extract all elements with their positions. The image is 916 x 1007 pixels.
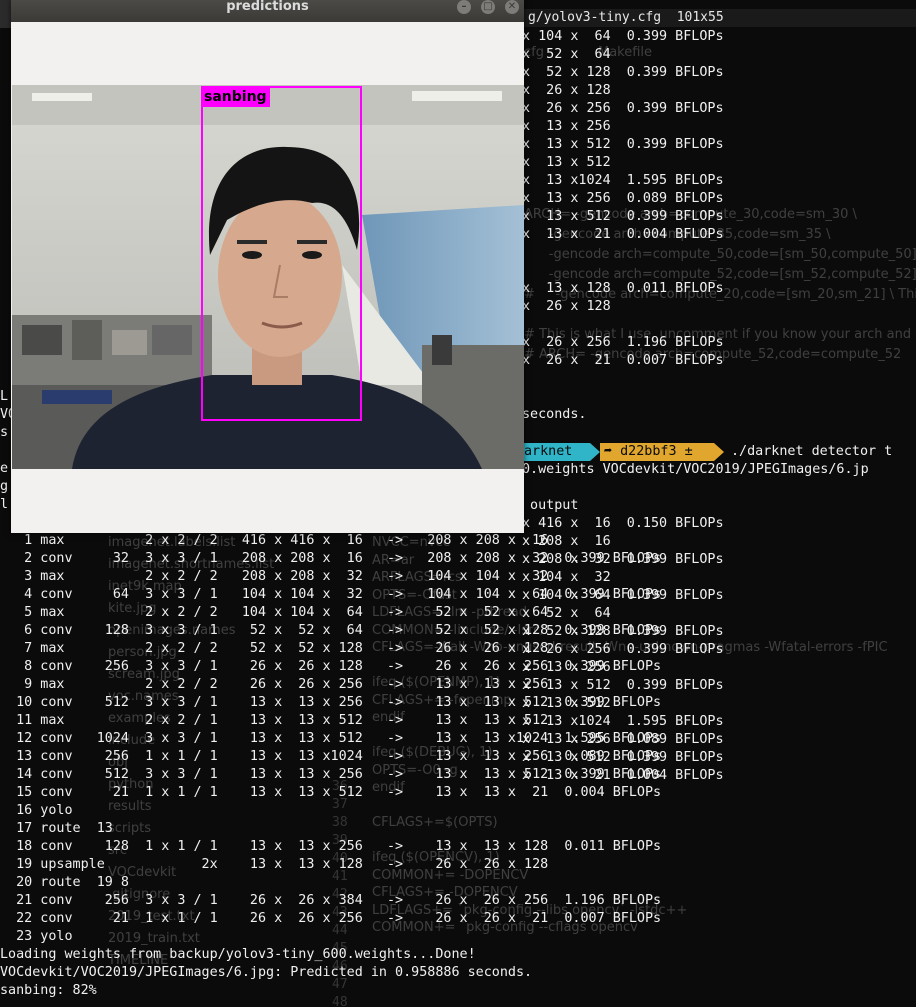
right-terminal-line: x 52 x 64 [522,47,611,62]
prediction-result-line: sanbing: 82% [0,983,97,998]
maximize-button[interactable]: □ [481,0,495,14]
right-terminal-line: x 26 x 256 0.399 BFLOPs [522,101,724,116]
right-terminal-line: x 26 x 128 [522,83,611,98]
layer-row: 7 max 2 x 2 / 2 52 x 52 x 128 -> 26 x 26… [0,641,549,656]
layer-row: 16 yolo [0,803,73,818]
prediction-time-line: VOCdevkit/VOC2019/JPEGImages/6.jpg: Pred… [0,965,533,980]
close-button[interactable]: ✕ [505,0,519,14]
prompt-command-continuation: 0.weights VOCdevkit/VOC2019/JPEGImages/6… [522,462,869,477]
right-terminal-line: x 13 x 512 0.399 BFLOPs [522,678,724,693]
layer-row: 13 conv 256 1 x 1 / 1 13 x 13 x1024 -> 1… [0,749,662,764]
right-terminal-line: x 26 x 256 0.399 BFLOPs [522,642,724,657]
right-terminal-line: x 26 x 21 0.007 BFLOPs [522,353,724,368]
right-terminal-line: x 26 x 128 [522,299,611,314]
layer-row: 17 route 13 [0,821,113,836]
left-fragment: s [0,425,9,440]
layer-row: 3 max 2 x 2 / 2 208 x 208 x 32 -> 104 x … [0,569,549,584]
left-fragment: g [0,479,9,494]
layer-row: 19 upsample 2x 13 x 13 x 128 -> 26 x 26 … [0,857,549,872]
layer-row: 20 route 19 8 [0,875,129,890]
layer-row: 9 max 2 x 2 / 2 26 x 26 x 256 -> 13 x 13… [0,677,549,692]
layer-row: 14 conv 512 3 x 3 / 1 13 x 13 x 256 -> 1… [0,767,662,782]
prompt-git-branch: ➦ d22bbf3 ± [600,443,714,461]
minimize-button[interactable]: – [457,0,471,14]
editor-line-number: 48 [332,995,348,1007]
prompt-arrow-icon [590,443,600,461]
layer-row: 5 max 2 x 2 / 2 104 x 104 x 64 -> 52 x 5… [0,605,549,620]
prompt-arrow-icon [714,443,724,461]
right-terminal-line: x 104 x 64 0.399 BFLOPs [522,29,724,44]
detection-bounding-box [201,86,362,421]
layer-row: 8 conv 256 3 x 3 / 1 26 x 26 x 128 -> 26… [0,659,662,674]
layer-row: 18 conv 128 1 x 1 / 1 13 x 13 x 256 -> 1… [0,839,662,854]
layer-row: 6 conv 128 3 x 3 / 1 52 x 52 x 64 -> 52 … [0,623,662,638]
layer-row: 4 conv 64 3 x 3 / 1 104 x 104 x 32 -> 10… [0,587,662,602]
right-terminal-line: x 13 x 128 0.011 BFLOPs [522,281,724,296]
layer-row: 21 conv 256 3 x 3 / 1 26 x 26 x 384 -> 2… [0,893,662,908]
right-terminal-line: x 26 x 256 1.196 BFLOPs [522,335,724,350]
prompt-command: ./darknet detector t [731,444,893,459]
layer-row: 23 yolo [0,929,73,944]
right-terminal-title: g/yolov3-tiny.cfg 101x55 [524,9,916,27]
predictions-window-title: predictions [226,0,309,14]
predictions-window[interactable]: predictions – □ ✕ sanbing [11,0,524,533]
right-terminal-line: x 13 x 512 0.399 BFLOPs [522,137,724,152]
left-fragment: l [0,497,9,512]
layer-row: 1 max 2 x 2 / 2 416 x 416 x 16 -> 208 x … [0,533,549,548]
layer-row: 2 conv 32 3 x 3 / 1 208 x 208 x 16 -> 20… [0,551,662,566]
left-fragment: L [0,389,9,404]
right-terminal-line: x 416 x 16 0.150 BFLOPs [522,516,724,531]
predictions-title-bar[interactable]: predictions – □ ✕ [11,0,524,22]
detection-label: sanbing [201,87,270,107]
right-terminal-line: x 13 x 512 0.399 BFLOPs [522,209,724,224]
right-terminal-line: output [522,498,579,513]
editor-code-line: -gencode arch=compute_50,code=[sm_50,com… [524,247,916,262]
right-terminal-line: x 13 x 21 0.004 BFLOPs [522,227,724,242]
layer-row: 22 conv 21 1 x 1 / 1 26 x 26 x 256 -> 26… [0,911,662,926]
layer-row: 10 conv 512 3 x 3 / 1 13 x 13 x 256 -> 1… [0,695,662,710]
detection-image: sanbing [12,85,524,469]
editor-line-number: 38 [332,815,348,830]
right-terminal-line: x 13 x1024 1.595 BFLOPs [522,714,724,729]
right-terminal-line: x 13 x 256 0.089 BFLOPs [522,191,724,206]
right-terminal-line: seconds. [522,407,587,422]
right-terminal-line: x 13 x 512 [522,155,611,170]
editor-code-line: CFLAGS+=$(OPTS) [372,815,498,830]
left-fragment: e [0,461,9,476]
right-terminal-line: x 13 x 256 [522,119,611,134]
loading-weights-line: Loading weights from backup/yolov3-tiny_… [0,947,476,962]
right-terminal-line: x 13 x1024 1.595 BFLOPs [522,173,724,188]
layer-row: 11 max 2 x 2 / 1 13 x 13 x 512 -> 13 x 1… [0,713,549,728]
editor-file-item: scripts [108,821,151,836]
layer-row: 12 conv 1024 3 x 3 / 1 13 x 13 x 512 -> … [0,731,662,746]
prompt-directory: arknet [522,443,590,461]
right-terminal-line: x 52 x 128 0.399 BFLOPs [522,65,724,80]
layer-row: 15 conv 21 1 x 1 / 1 13 x 13 x 512 -> 13… [0,785,662,800]
